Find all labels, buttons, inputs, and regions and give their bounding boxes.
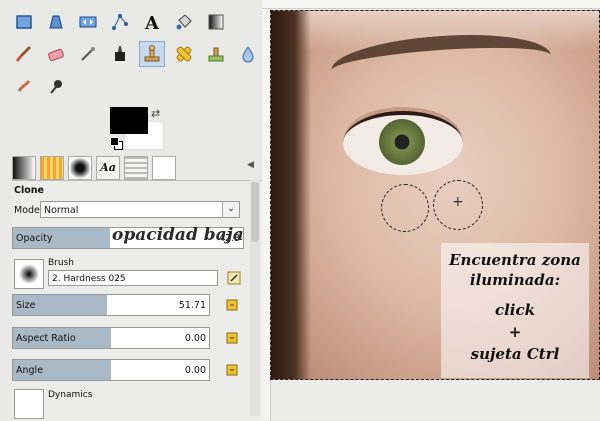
- tab-gradient-icon[interactable]: [12, 156, 36, 180]
- dock-tabs: Aa: [12, 156, 262, 180]
- tab-menu-icon[interactable]: ◀: [247, 160, 254, 170]
- annotation-low-opacity: opacidad baja: [112, 225, 244, 245]
- path-icon[interactable]: [108, 10, 132, 34]
- rect-select-icon[interactable]: [12, 10, 36, 34]
- aspect-ratio-label: Aspect Ratio: [16, 333, 76, 344]
- flip-icon[interactable]: [76, 10, 100, 34]
- reset-aspect-ratio-icon[interactable]: [224, 330, 240, 346]
- brush-name-field[interactable]: 2. Hardness 025: [48, 270, 218, 286]
- note-line-4: +: [508, 323, 522, 341]
- size-value: 51.71: [178, 300, 206, 311]
- note-line-1: Encuentra zona: [449, 251, 581, 269]
- iris: [379, 119, 425, 165]
- mode-label: Mode:: [14, 205, 44, 216]
- hair-region: [271, 11, 311, 379]
- dodge-burn-icon[interactable]: [44, 74, 68, 98]
- note-line-2: iluminada:: [469, 271, 561, 289]
- brush-preview-icon[interactable]: [14, 259, 44, 289]
- aspect-ratio-slider[interactable]: Aspect Ratio 0.00: [12, 327, 210, 349]
- aspect-ratio-value: 0.00: [184, 333, 206, 344]
- smudge-icon[interactable]: [12, 74, 36, 98]
- foreground-color-swatch[interactable]: [110, 107, 148, 134]
- dynamics-preview-icon[interactable]: [14, 389, 44, 419]
- edit-brush-icon[interactable]: [226, 270, 242, 286]
- heal-icon[interactable]: [172, 42, 196, 66]
- size-slider[interactable]: Size 51.71: [12, 294, 210, 316]
- dynamics-label: Dynamics: [48, 390, 93, 400]
- ink-icon[interactable]: [108, 42, 132, 66]
- options-scrollbar[interactable]: [250, 180, 260, 416]
- size-label: Size: [16, 300, 36, 311]
- perspective-icon[interactable]: [44, 10, 68, 34]
- angle-value: 0.00: [184, 365, 206, 376]
- crosshair-icon: +: [452, 194, 464, 210]
- text-icon[interactable]: A: [140, 10, 164, 34]
- airbrush-icon[interactable]: [76, 42, 100, 66]
- toolbox-panel: A ⇄ Aa ◀ Clone Mode: Normal ⌄ Opacity 42…: [0, 0, 262, 421]
- clone-tool-icon[interactable]: [139, 41, 165, 67]
- tool-options-title: Clone: [14, 185, 44, 196]
- bucket-fill-icon[interactable]: [172, 10, 196, 34]
- eye: [343, 111, 463, 175]
- opacity-label: Opacity: [16, 233, 53, 244]
- clone-target-circle: [381, 184, 429, 232]
- brush-label: Brush: [48, 258, 74, 268]
- image-canvas[interactable]: + Encuentra zona iluminada: click + suje…: [270, 10, 600, 380]
- tab-patterns-icon[interactable]: [40, 156, 64, 180]
- angle-label: Angle: [16, 365, 44, 376]
- instruction-note: Encuentra zona iluminada: click + sujeta…: [441, 243, 589, 378]
- mode-select[interactable]: Normal ⌄: [40, 201, 240, 218]
- chevron-down-icon[interactable]: ⌄: [222, 202, 239, 217]
- options-scrollbar-thumb[interactable]: [251, 182, 259, 242]
- angle-slider[interactable]: Angle 0.00: [12, 359, 210, 381]
- reset-size-icon[interactable]: [224, 297, 240, 313]
- note-line-5: sujeta Ctrl: [470, 345, 560, 363]
- blur-icon[interactable]: [236, 42, 260, 66]
- tab-tool-options-icon[interactable]: [152, 156, 176, 180]
- mode-select-value: Normal: [44, 205, 79, 216]
- note-line-3: click: [494, 301, 536, 319]
- tab-brushes-icon[interactable]: [68, 156, 92, 180]
- blend-icon[interactable]: [204, 10, 228, 34]
- reset-angle-icon[interactable]: [224, 362, 240, 378]
- tool-options-panel: Clone Mode: Normal ⌄ Opacity 42.3 opacid…: [12, 180, 262, 421]
- svg-text:A: A: [144, 13, 160, 32]
- eraser-icon[interactable]: [44, 42, 68, 66]
- tab-document-history-icon[interactable]: [124, 156, 148, 180]
- perspective-clone-icon[interactable]: [204, 42, 228, 66]
- horizontal-ruler: [262, 0, 600, 9]
- tab-fonts-icon[interactable]: Aa: [96, 156, 120, 180]
- paintbrush-icon[interactable]: [12, 42, 36, 66]
- reset-colors-fg-icon[interactable]: [110, 137, 119, 146]
- swap-colors-icon[interactable]: ⇄: [151, 107, 160, 120]
